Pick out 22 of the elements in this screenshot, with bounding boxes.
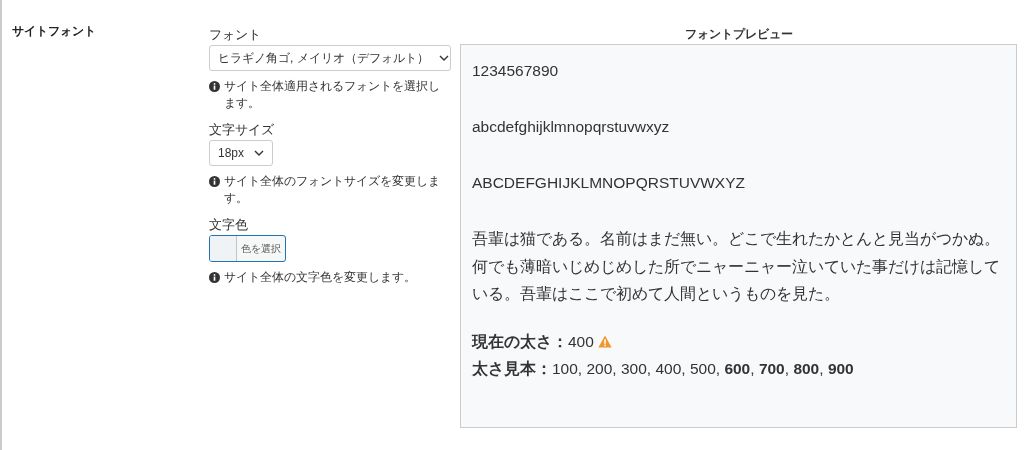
dropdown[interactable]: 18px [209,140,274,166]
info-icon [209,81,220,92]
field-label: フォント [209,27,262,43]
help-text: サイト全体の文字色を変更します。 [224,270,416,285]
info-icon [209,176,220,187]
section-label: サイトフォント [12,24,96,38]
sample-text: abcdefghijklmnopqrstuvwxyz [472,117,671,137]
chevron-down-icon [254,149,265,157]
sample-text: 吾輩は猫である。名前はまだ無い。どこで生れたかとんと見当がつかぬ。何でも薄暗いじめじめした所でニャーニャー泣いていた事だけは記憶している。吾輩はここで初めて人間というものを見た。 [472,229,1001,304]
sample-text: ABCDEFGHIJKLMNOPQRSTUVWXYZ [472,173,746,193]
info-icon [209,272,220,283]
help-text: サイト全体適用されるフォントを選択します。 [224,79,441,111]
sample-text: 1234567890 [472,61,560,81]
chevron-down-icon [438,54,449,62]
weight-samples-text: 太さ見本：100, 200, 300, 400, 500, 600, 700, 800, 900 [472,358,855,379]
field-label: 文字色 [209,217,249,233]
preview-title: フォントプレビュー [683,27,794,41]
help-text: サイト全体のフォントサイズを変更します。 [224,174,441,206]
color-picker-button[interactable]: 色を選択 [209,235,286,262]
dropdown[interactable]: ヒラギノ角ゴ, メイリオ（デフォルト） [209,45,451,71]
field-label: 文字サイズ [209,122,275,138]
current-weight-text: 現在の太さ：400 [472,331,594,352]
